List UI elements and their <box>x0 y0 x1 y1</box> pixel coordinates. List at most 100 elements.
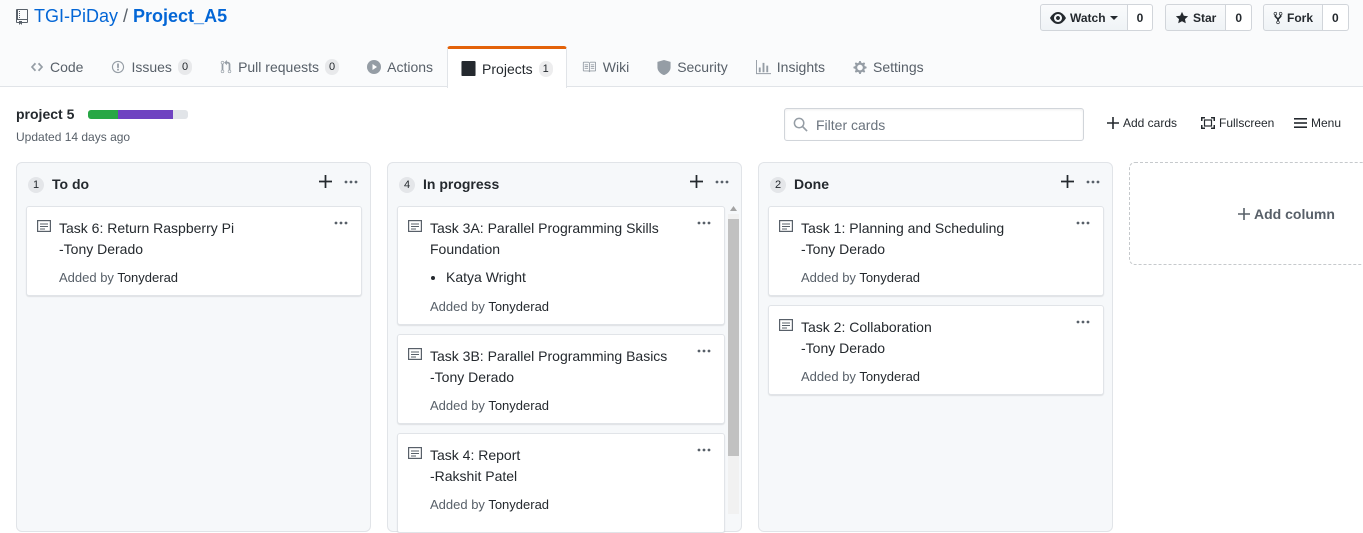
menu-button[interactable]: Menu <box>1294 116 1341 130</box>
filter-cards-input[interactable] <box>814 115 1074 134</box>
column-title: To do <box>52 176 90 192</box>
note-icon <box>408 348 422 360</box>
star-button[interactable]: Star <box>1165 4 1227 31</box>
card-title: Task 3B: Parallel Programming Basics -To… <box>430 348 668 385</box>
search-icon <box>793 117 808 132</box>
project-card[interactable]: Task 2: Collaboration -Tony Derado Added… <box>768 305 1104 395</box>
kebab-horizontal-icon[interactable] <box>697 344 711 358</box>
project-card[interactable]: Task 1: Planning and Scheduling -Tony De… <box>768 206 1104 296</box>
progress-in-progress-segment <box>118 110 173 119</box>
kebab-horizontal-icon[interactable] <box>1086 175 1100 189</box>
gear-icon <box>853 60 867 75</box>
kebab-horizontal-icon[interactable] <box>344 175 358 189</box>
repo-name-link[interactable]: Project_A5 <box>133 6 227 27</box>
fullscreen-label: Fullscreen <box>1219 116 1275 130</box>
added-by-user-link[interactable]: Tonyderad <box>117 270 178 285</box>
project-card[interactable]: Task 3A: Parallel Programming Skills Fou… <box>397 206 725 325</box>
kebab-horizontal-icon[interactable] <box>697 443 711 457</box>
star-group: Star 0 <box>1165 4 1253 31</box>
watch-count[interactable]: 0 <box>1127 4 1154 31</box>
plus-icon[interactable] <box>690 175 703 188</box>
tab-security[interactable]: Security <box>643 46 742 87</box>
tab-label: Actions <box>387 59 434 75</box>
column-card-count: 1 <box>28 177 44 193</box>
column-scrollbar[interactable] <box>728 206 739 526</box>
tab-label: Insights <box>776 59 826 75</box>
added-by-user-link[interactable]: Tonyderad <box>488 398 549 413</box>
column-title: Done <box>794 176 829 192</box>
shield-icon <box>657 59 671 75</box>
fork-count[interactable]: 0 <box>1323 4 1349 31</box>
project-name[interactable]: project 5 <box>16 106 74 122</box>
project-updated-text: Updated 14 days ago <box>16 130 131 144</box>
column-header: 4 In progress <box>388 163 741 207</box>
project-card[interactable]: Task 3B: Parallel Programming Basics -To… <box>397 334 725 424</box>
list-item: Katya Wright <box>446 269 526 285</box>
tab-code[interactable]: Code <box>16 46 97 87</box>
tab-label: Wiki <box>602 59 630 75</box>
added-by-prefix: Added by <box>801 369 856 384</box>
kebab-horizontal-icon[interactable] <box>334 216 348 230</box>
watch-label: Watch <box>1070 10 1106 25</box>
column-header: 2 Done <box>759 163 1112 207</box>
project-card[interactable]: Task 6: Return Raspberry Pi -Tony Derado… <box>26 206 362 296</box>
star-count[interactable]: 0 <box>1226 4 1253 31</box>
fork-button[interactable]: Fork <box>1263 4 1324 31</box>
kebab-horizontal-icon[interactable] <box>715 175 729 189</box>
menu-label: Menu <box>1311 116 1342 130</box>
plus-icon[interactable] <box>1061 175 1074 188</box>
issue-icon <box>111 60 125 74</box>
added-by-prefix: Added by <box>801 270 856 285</box>
added-by-user-link[interactable]: Tonyderad <box>488 497 549 512</box>
tab-counter: 0 <box>325 59 340 75</box>
tab-insights[interactable]: Insights <box>742 46 839 87</box>
column-card-count: 4 <box>399 177 415 193</box>
tab-label: Settings <box>873 59 924 75</box>
play-icon <box>367 60 382 74</box>
add-column-button[interactable]: Add column <box>1238 206 1335 222</box>
tab-label: Security <box>677 59 728 75</box>
card-title: Task 2: Collaboration -Tony Derado <box>801 319 932 356</box>
kebab-horizontal-icon[interactable] <box>1076 315 1090 329</box>
add-column-label: Add column <box>1254 206 1335 222</box>
note-icon <box>408 220 422 232</box>
fork-icon <box>1273 11 1283 25</box>
note-icon <box>779 319 793 331</box>
repo-title: TGI-PiDay / Project_A5 <box>16 6 227 27</box>
tab-pull-requests[interactable]: Pull requests 0 <box>206 46 353 87</box>
added-by-prefix: Added by <box>430 398 485 413</box>
add-column-area[interactable]: Add column <box>1129 162 1363 265</box>
scroll-up-arrow-icon[interactable] <box>730 206 737 211</box>
tab-issues[interactable]: Issues 0 <box>97 46 206 87</box>
added-by-user-link[interactable]: Tonyderad <box>859 369 920 384</box>
added-by-user-link[interactable]: Tonyderad <box>859 270 920 285</box>
card-added-by: Added by Tonyderad <box>430 299 549 314</box>
scrollbar-thumb[interactable] <box>728 219 739 456</box>
tab-projects[interactable]: Projects 1 <box>447 46 567 88</box>
column-header: 1 To do <box>17 163 370 207</box>
fullscreen-button[interactable]: Fullscreen <box>1201 116 1274 130</box>
project-icon <box>461 61 476 76</box>
graph-icon <box>755 59 771 75</box>
tab-actions[interactable]: Actions <box>353 46 447 87</box>
tab-counter: 1 <box>538 60 553 77</box>
card-title: Task 1: Planning and Scheduling -Tony De… <box>801 220 1005 257</box>
tab-wiki[interactable]: Wiki <box>567 46 643 87</box>
tab-label: Code <box>50 59 84 75</box>
add-cards-button[interactable]: Add cards <box>1107 116 1177 130</box>
project-card[interactable]: Task 4: Report -Rakshit Patel Added by T… <box>397 433 725 533</box>
tab-label: Issues <box>131 59 172 75</box>
book-icon <box>581 60 597 74</box>
kebab-horizontal-icon[interactable] <box>697 216 711 230</box>
plus-icon[interactable] <box>319 175 332 188</box>
watch-button[interactable]: Watch <box>1040 4 1128 31</box>
code-icon <box>30 60 44 74</box>
repo-owner-link[interactable]: TGI-PiDay <box>34 6 118 27</box>
added-by-user-link[interactable]: Tonyderad <box>488 299 549 314</box>
kebab-horizontal-icon[interactable] <box>1076 216 1090 230</box>
project-progress-bar <box>88 110 188 119</box>
tab-label: Pull requests <box>238 59 319 75</box>
tab-settings[interactable]: Settings <box>839 46 938 87</box>
plus-icon <box>1107 117 1119 129</box>
hamburger-icon <box>1294 117 1307 129</box>
